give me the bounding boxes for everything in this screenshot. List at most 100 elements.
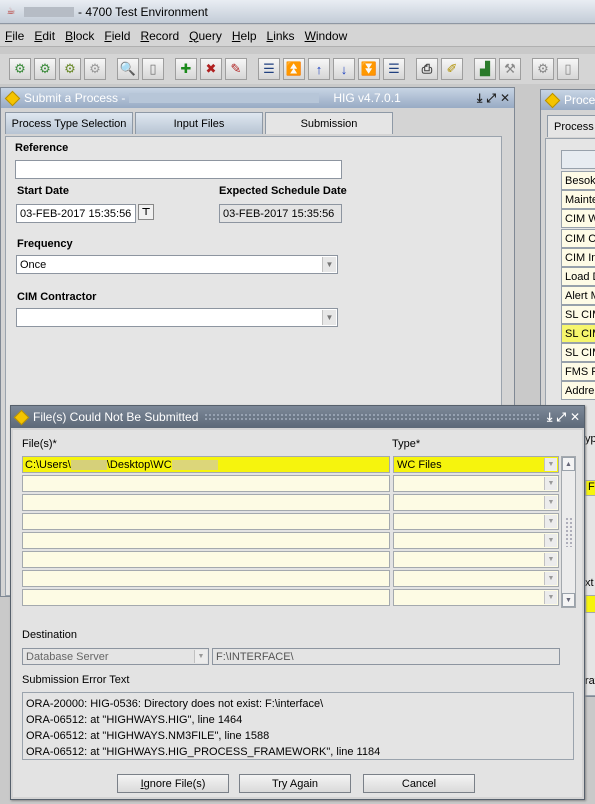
insert-record-icon[interactable]: ✚: [175, 58, 197, 80]
list-item[interactable]: FMS F: [561, 362, 595, 381]
file-cell[interactable]: [22, 513, 390, 530]
type-cell[interactable]: ▼: [393, 494, 559, 511]
chevron-down-icon[interactable]: ▼: [544, 458, 557, 471]
list-item[interactable]: SL CIM: [561, 343, 595, 362]
type-cell[interactable]: ▼: [393, 475, 559, 492]
note-icon[interactable]: ✐: [441, 58, 463, 80]
menu-field[interactable]: Field: [99, 29, 135, 43]
list-item[interactable]: Besoke: [561, 171, 595, 190]
table-row[interactable]: ▼: [22, 513, 559, 530]
menu-help[interactable]: Help: [227, 29, 262, 43]
file-cell[interactable]: [22, 532, 390, 549]
file-cell[interactable]: [22, 551, 390, 568]
chevron-down-icon[interactable]: ▼: [544, 515, 557, 528]
tab-process[interactable]: Process: [547, 115, 595, 137]
print-setup-icon[interactable]: ⚙: [59, 58, 81, 80]
file-cell[interactable]: [22, 494, 390, 511]
cim-contractor-select[interactable]: ▼: [16, 308, 338, 327]
file-cell[interactable]: C:\Users\ \Desktop\WC: [22, 456, 390, 473]
menu-window[interactable]: Window: [300, 29, 353, 43]
list-item[interactable]: Addre: [561, 381, 595, 400]
first-record-icon[interactable]: ⏫: [283, 58, 305, 80]
refresh-icon[interactable]: ⚙: [34, 58, 56, 80]
chevron-down-icon[interactable]: ▼: [544, 477, 557, 490]
table-row[interactable]: ▼: [22, 551, 559, 568]
chevron-down-icon[interactable]: ▼: [544, 534, 557, 547]
scroll-up-icon[interactable]: ▲: [562, 457, 575, 471]
type-cell[interactable]: ▼: [393, 513, 559, 530]
file-cell[interactable]: [22, 570, 390, 587]
table-row[interactable]: ▼: [22, 532, 559, 549]
extra-icon[interactable]: ▯: [557, 58, 579, 80]
menu-edit[interactable]: Edit: [29, 29, 60, 43]
chevron-down-icon[interactable]: ▼: [322, 257, 336, 272]
list-item[interactable]: SL CIM: [561, 305, 595, 324]
list-item[interactable]: Mainte: [561, 190, 595, 209]
ignore-files-button[interactable]: Ignore File(s): [117, 774, 229, 793]
list-icon[interactable]: ☰: [258, 58, 280, 80]
list-item-selected[interactable]: SL CIM: [561, 324, 595, 343]
chevron-down-icon[interactable]: ▼: [544, 553, 557, 566]
chevron-down-icon[interactable]: ▼: [544, 572, 557, 585]
table-row[interactable]: ▼: [22, 570, 559, 587]
chevron-down-icon[interactable]: ▼: [544, 591, 557, 604]
tab-input-files[interactable]: Input Files: [135, 112, 263, 134]
delete-record-icon[interactable]: ✖: [200, 58, 222, 80]
edit-tool-icon[interactable]: ⚒: [499, 58, 521, 80]
files-not-submitted-dialog: File(s) Could Not Be Submitted ⤓ ⤢ ✕ Fil…: [10, 405, 585, 800]
save-icon[interactable]: ⚙: [9, 58, 31, 80]
document-icon[interactable]: ▯: [142, 58, 164, 80]
list-item[interactable]: Alert M: [561, 286, 595, 305]
type-cell[interactable]: WC Files ▼: [393, 456, 559, 473]
frequency-select[interactable]: Once ▼: [16, 255, 338, 274]
maximize-icon[interactable]: ⤢: [556, 410, 566, 425]
menu-file[interactable]: File: [0, 29, 29, 43]
table-row[interactable]: ▼: [22, 589, 559, 606]
last-record-icon[interactable]: ⏬: [358, 58, 380, 80]
chevron-down-icon[interactable]: ▼: [544, 496, 557, 509]
type-cell[interactable]: ▼: [393, 589, 559, 606]
chart-icon[interactable]: ▟: [474, 58, 496, 80]
list-item[interactable]: Load D: [561, 267, 595, 286]
menu-block[interactable]: Block: [60, 29, 99, 43]
gear-icon[interactable]: ⚙: [532, 58, 554, 80]
start-date-input[interactable]: 03-FEB-2017 15:35:56: [16, 204, 136, 223]
table-row[interactable]: ▼: [22, 494, 559, 511]
tab-submission[interactable]: Submission: [265, 112, 393, 134]
previous-record-icon[interactable]: ↑: [308, 58, 330, 80]
table-row[interactable]: C:\Users\ \Desktop\WC WC Files ▼: [22, 456, 559, 473]
file-cell[interactable]: [22, 475, 390, 492]
cancel-button[interactable]: Cancel: [363, 774, 475, 793]
clear-icon[interactable]: ✎: [225, 58, 247, 80]
scroll-down-icon[interactable]: ▼: [562, 593, 575, 607]
grid-scrollbar[interactable]: ▲ ▼: [561, 456, 576, 608]
scroll-grip[interactable]: [565, 517, 572, 547]
next-record-icon[interactable]: ↓: [333, 58, 355, 80]
menu-record[interactable]: Record: [135, 29, 184, 43]
type-cell[interactable]: ▼: [393, 551, 559, 568]
close-icon[interactable]: ✕: [570, 410, 580, 425]
files-column-header: File(s)*: [22, 438, 57, 450]
tab-process-type-selection[interactable]: Process Type Selection: [5, 112, 133, 134]
file-cell[interactable]: [22, 589, 390, 606]
maximize-icon[interactable]: ⤢: [486, 91, 496, 106]
printer-icon[interactable]: ⎙: [416, 58, 438, 80]
tools-icon[interactable]: ⚙: [84, 58, 106, 80]
search-icon[interactable]: 🔍: [117, 58, 139, 80]
type-cell[interactable]: ▼: [393, 570, 559, 587]
reference-input[interactable]: [15, 160, 342, 179]
table-row[interactable]: ▼: [22, 475, 559, 492]
list-item[interactable]: CIM W: [561, 209, 595, 228]
chevron-down-icon[interactable]: ▼: [322, 310, 336, 325]
calendar-icon[interactable]: ⊤: [138, 204, 154, 220]
type-cell[interactable]: ▼: [393, 532, 559, 549]
menu-links[interactable]: Links: [262, 29, 300, 43]
menu-query[interactable]: Query: [184, 29, 227, 43]
list-values-icon[interactable]: ☰: [383, 58, 405, 80]
try-again-button[interactable]: Try Ag ain: [239, 774, 351, 793]
close-icon[interactable]: ✕: [500, 91, 510, 106]
list-item[interactable]: CIM Co: [561, 229, 595, 248]
minimize-icon[interactable]: ⤓: [477, 91, 482, 106]
minimize-icon[interactable]: ⤓: [547, 410, 552, 425]
list-item[interactable]: CIM Inv: [561, 248, 595, 267]
